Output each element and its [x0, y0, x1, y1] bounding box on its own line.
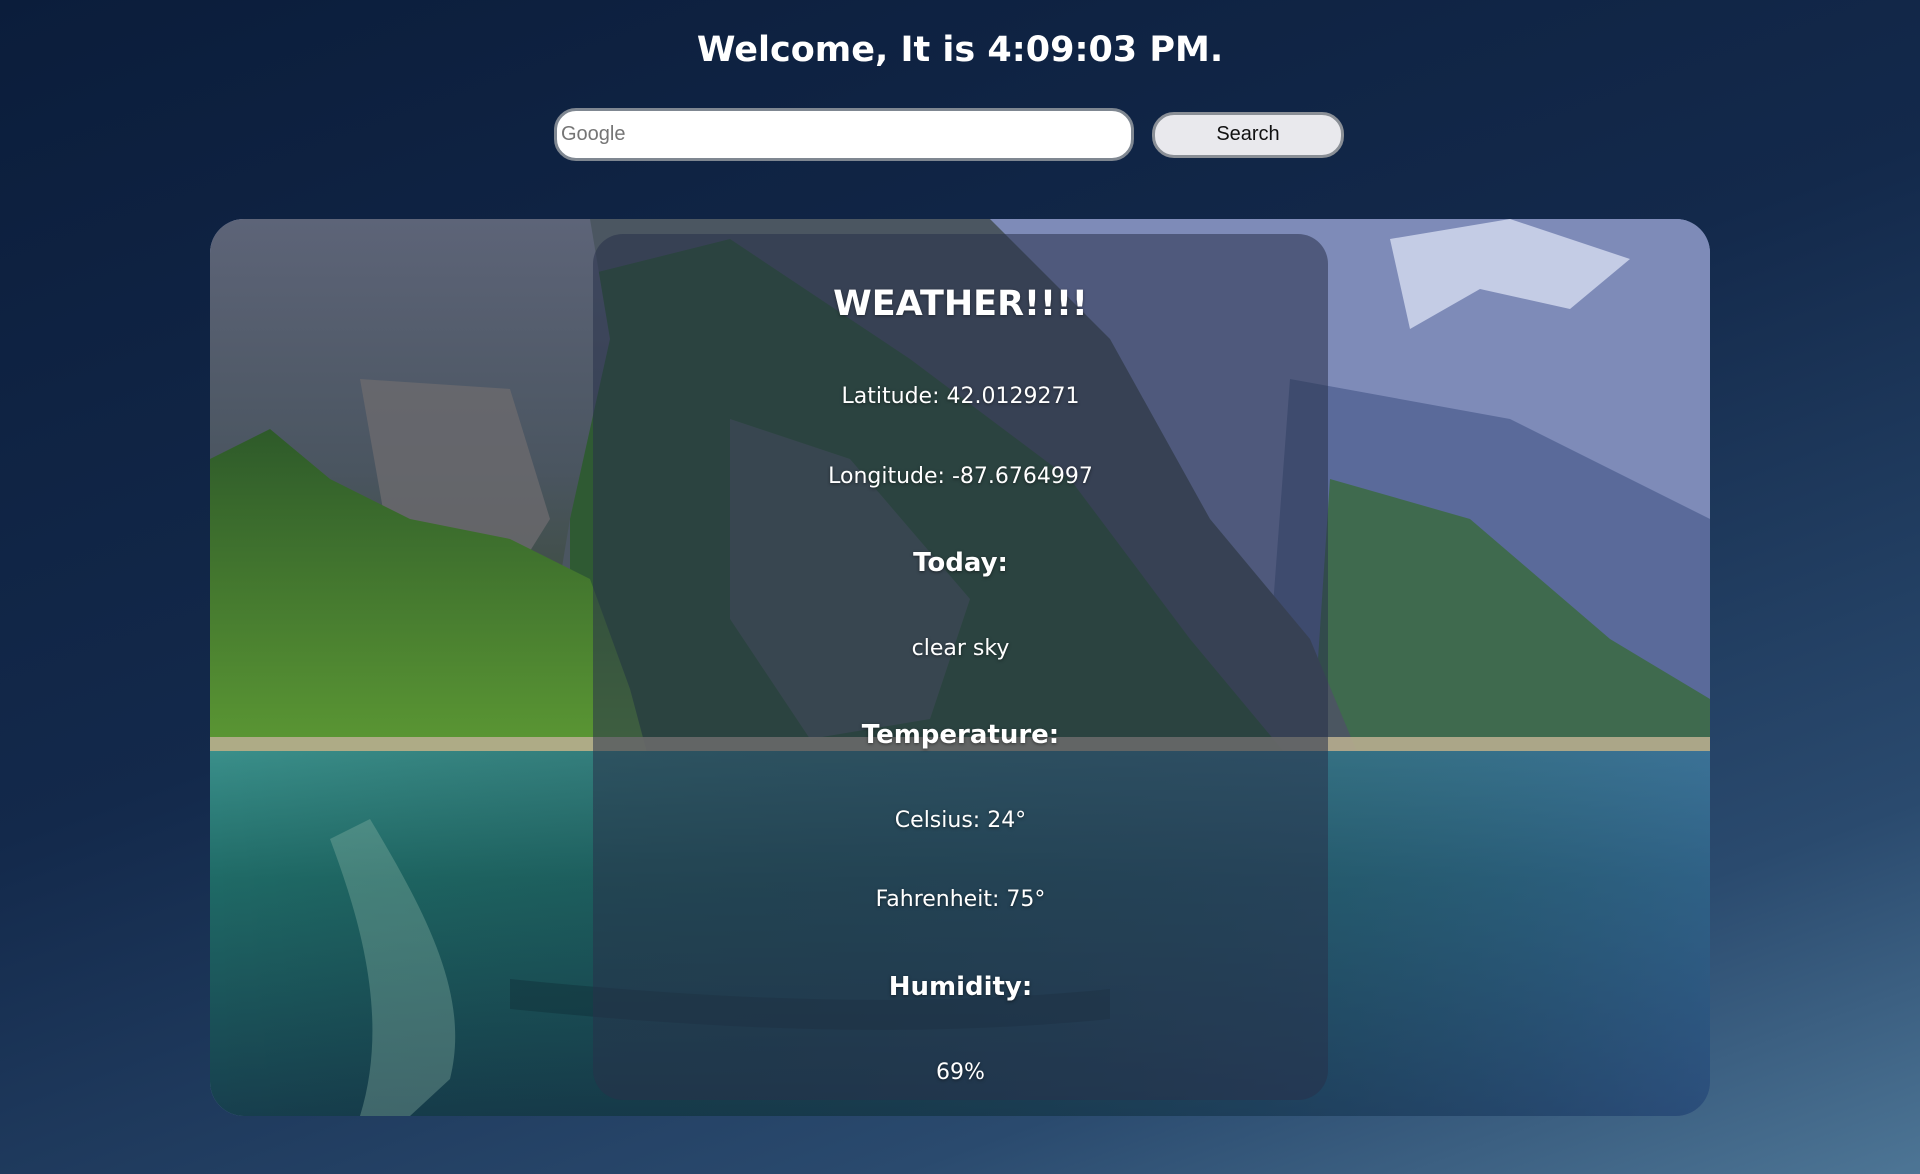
celsius-text: Celsius: 24° — [894, 808, 1027, 833]
weather-panel: WEATHER!!!! Latitude: 42.0129271 Longitu… — [210, 219, 1710, 1116]
fahrenheit-text: Fahrenheit: 75° — [875, 887, 1046, 912]
temperature-heading: Temperature: — [861, 720, 1060, 750]
humidity-value: 69% — [936, 1060, 985, 1085]
weather-condition-text: clear sky — [911, 636, 1010, 661]
longitude-text: Longitude: -87.6764997 — [828, 464, 1093, 489]
weather-card: WEATHER!!!! Latitude: 42.0129271 Longitu… — [593, 234, 1328, 1100]
search-bar: Search — [554, 108, 1344, 161]
search-input[interactable] — [554, 108, 1134, 161]
weather-title: WEATHER!!!! — [833, 284, 1088, 324]
today-heading: Today: — [913, 548, 1008, 578]
welcome-heading: Welcome, It is 4:09:03 PM. — [696, 30, 1224, 70]
search-button[interactable]: Search — [1152, 111, 1344, 158]
latitude-text: Latitude: 42.0129271 — [841, 384, 1080, 409]
humidity-heading: Humidity: — [888, 972, 1033, 1002]
